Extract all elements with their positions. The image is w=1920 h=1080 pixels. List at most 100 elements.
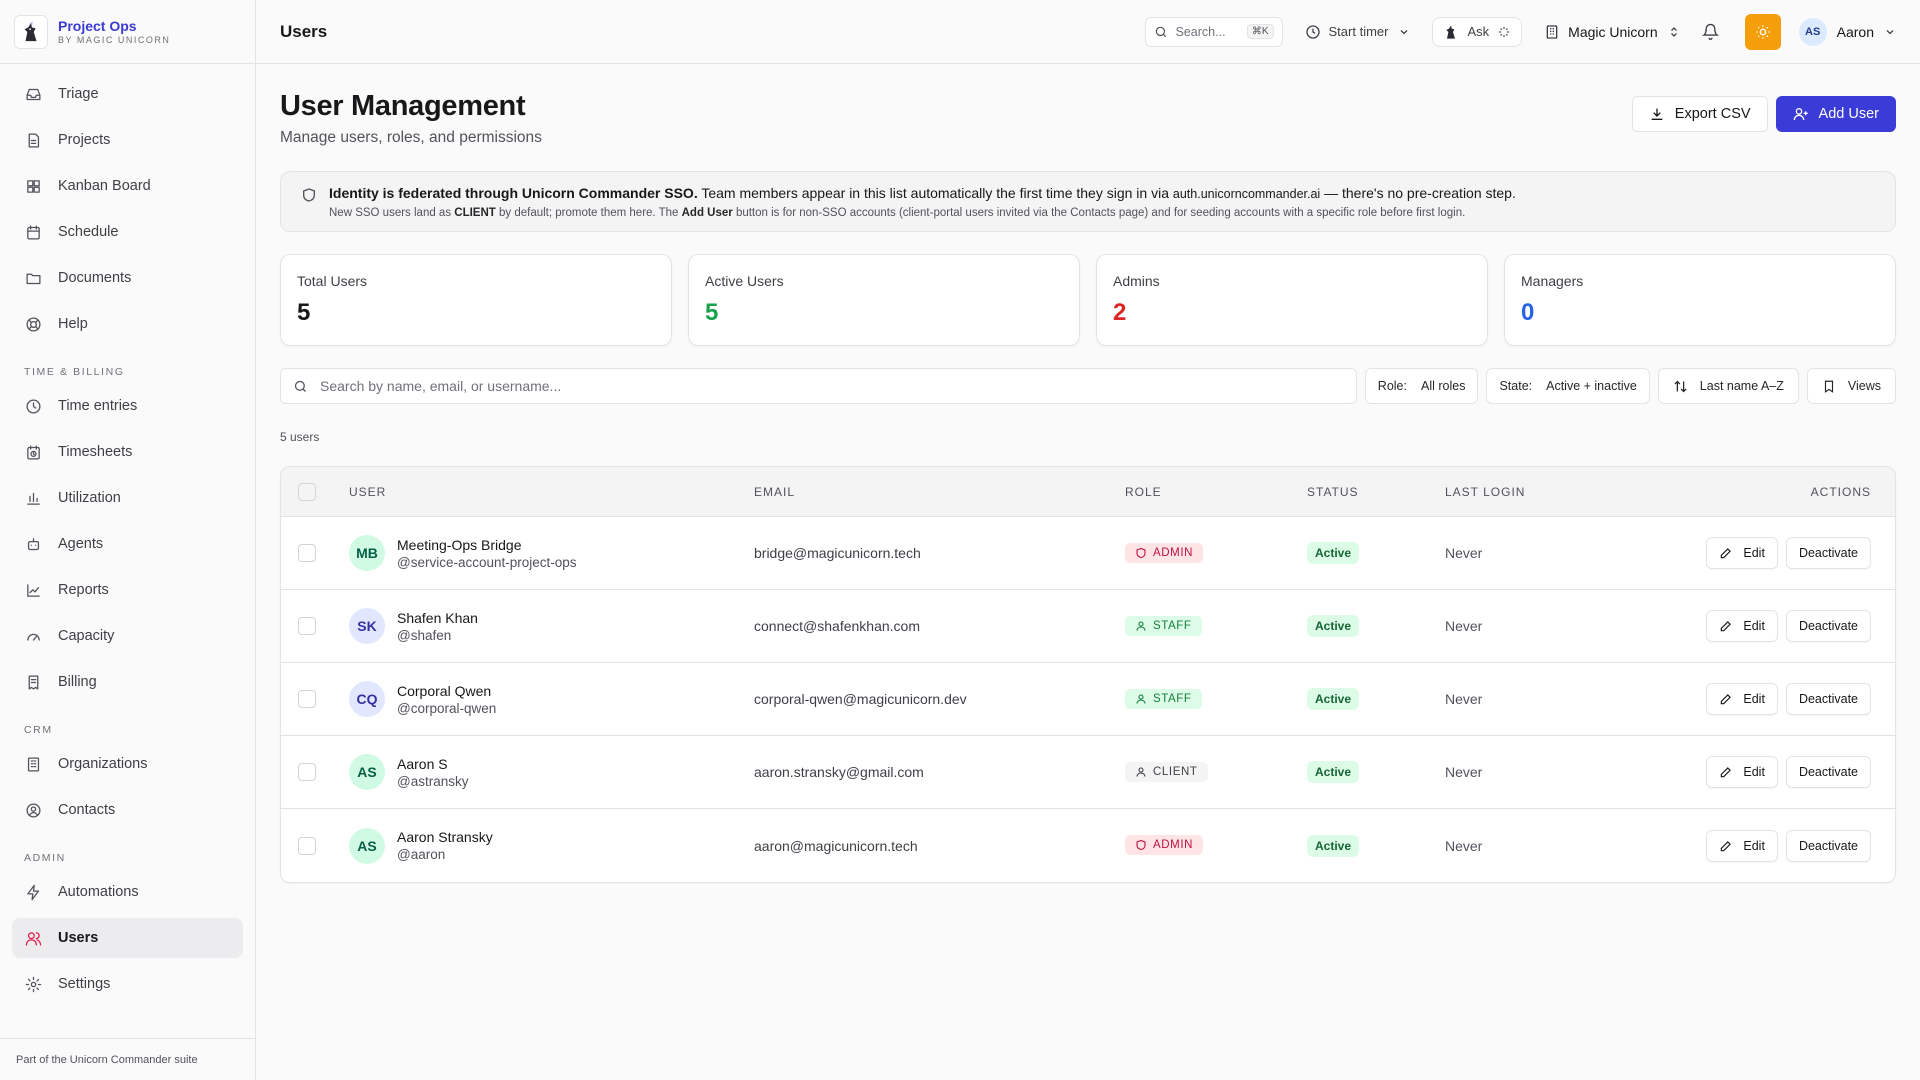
edit-button[interactable]: Edit (1706, 683, 1778, 715)
col-email[interactable]: EMAIL (754, 485, 1125, 499)
edit-label: Edit (1743, 765, 1765, 779)
sidebar-item-utilization[interactable]: Utilization (12, 478, 243, 518)
sun-icon (1755, 24, 1770, 39)
add-user-label: Add User (1818, 106, 1879, 122)
info-client: CLIENT (454, 207, 496, 219)
edit-button[interactable]: Edit (1706, 829, 1778, 862)
sidebar-item-documents[interactable]: Documents (12, 258, 243, 298)
deactivate-button[interactable]: Deactivate (1785, 829, 1871, 862)
row-checkbox[interactable] (298, 836, 316, 855)
sidebar-item-reports[interactable]: Reports (12, 570, 243, 610)
user-name: Corporal Qwen (397, 682, 492, 699)
deactivate-button[interactable]: Deactivate (1785, 756, 1871, 788)
topbar: Users Search... ⌘K Start timer Ask Magic… (256, 0, 1920, 64)
edit-label: Edit (1743, 838, 1765, 853)
building-icon (24, 755, 42, 773)
row-checkbox[interactable] (298, 763, 316, 781)
sidebar-item-kanban-board[interactable]: Kanban Board (12, 166, 243, 206)
user-menu[interactable]: AS Aaron (1798, 17, 1896, 46)
sort-button[interactable]: Last name A–Z (1657, 368, 1799, 404)
edit-button[interactable]: Edit (1706, 537, 1778, 569)
role-badge: STAFF (1125, 615, 1202, 636)
edit-icon (1721, 621, 1732, 632)
gear-icon (24, 975, 42, 993)
sidebar-item-billing[interactable]: Billing (12, 662, 243, 702)
bar-chart-icon (24, 489, 42, 507)
deactivate-button[interactable]: Deactivate (1785, 683, 1871, 715)
global-search[interactable]: Search... ⌘K (1144, 16, 1283, 47)
sidebar-item-time-entries[interactable]: Time entries (12, 386, 243, 426)
theme-toggle-button[interactable] (1744, 13, 1781, 50)
edit-button[interactable]: Edit (1706, 756, 1778, 788)
user-icon (1136, 620, 1146, 631)
role-badge: STAFF (1125, 688, 1202, 709)
sidebar-item-label: Automations (58, 884, 139, 900)
avatar: SK (349, 608, 385, 644)
role-badge-label: ADMIN (1153, 546, 1194, 559)
edit-button[interactable]: Edit (1706, 610, 1778, 642)
sidebar-item-schedule[interactable]: Schedule (12, 212, 243, 252)
sidebar-item-automations[interactable]: Automations (12, 872, 243, 912)
topbar-title: Users (280, 21, 328, 41)
state-filter[interactable]: State: Active + inactive (1486, 368, 1650, 404)
row-checkbox[interactable] (298, 617, 316, 635)
sidebar-item-triage[interactable]: Triage (12, 74, 243, 114)
role-badge-label: STAFF (1153, 619, 1192, 632)
sso-info-banner: Identity is federated through Unicorn Co… (280, 171, 1896, 232)
user-handle: @service-account-project-ops (397, 554, 577, 570)
role-badge-label: ADMIN (1153, 839, 1194, 851)
info-line-1: Identity is federated through Unicorn Co… (329, 185, 1516, 201)
users-table: USER EMAIL ROLE STATUS LAST LOGIN ACTION… (280, 466, 1896, 883)
stat-card: Total Users 5 (280, 254, 672, 346)
deactivate-button[interactable]: Deactivate (1785, 610, 1871, 642)
col-role[interactable]: ROLE (1125, 485, 1307, 499)
sidebar-item-contacts[interactable]: Contacts (12, 790, 243, 830)
table-row[interactable]: SK Shafen Khan @shafen connect@shafenkha… (281, 590, 1895, 663)
user-name: Aaron (1836, 23, 1874, 40)
table-row[interactable]: AS Aaron S @astransky aaron.stransky@gma… (281, 736, 1895, 809)
export-csv-button[interactable]: Export CSV (1631, 96, 1768, 132)
add-user-button[interactable]: Add User (1775, 96, 1896, 132)
brand[interactable]: Project Ops BY MAGIC UNICORN (0, 0, 255, 64)
start-timer-button[interactable]: Start timer (1305, 17, 1411, 47)
user-search-input[interactable] (320, 378, 1344, 394)
sidebar-item-label: Billing (58, 674, 97, 690)
user-search[interactable] (280, 368, 1357, 404)
notifications-button[interactable] (1701, 17, 1727, 47)
table-row[interactable]: CQ Corporal Qwen @corporal-qwen corporal… (281, 663, 1895, 736)
col-status[interactable]: STATUS (1307, 485, 1445, 499)
sidebar-item-timesheets[interactable]: Timesheets (12, 432, 243, 472)
views-button[interactable]: Views (1806, 368, 1896, 404)
user-email: aaron.stransky@gmail.com (754, 764, 924, 780)
table-row[interactable]: AS Aaron Stransky @aaron aaron@magicunic… (281, 809, 1895, 882)
row-checkbox[interactable] (298, 690, 316, 708)
sidebar-item-projects[interactable]: Projects (12, 120, 243, 160)
sidebar-item-label: Reports (58, 582, 109, 598)
user-name: Shafen Khan (397, 609, 478, 626)
stat-label: Admins (1113, 273, 1160, 289)
ask-button[interactable]: Ask (1432, 16, 1523, 47)
deactivate-label: Deactivate (1798, 765, 1858, 779)
deactivate-button[interactable]: Deactivate (1785, 537, 1871, 569)
workspace-switcher[interactable]: Magic Unicorn (1544, 17, 1679, 47)
status-badge: Active (1307, 615, 1360, 637)
sidebar-item-organizations[interactable]: Organizations (12, 744, 243, 784)
stat-value: 0 (1521, 299, 1535, 326)
sidebar-item-label: Projects (58, 132, 111, 148)
user-plus-icon (1793, 108, 1808, 121)
page-title: User Management (280, 90, 526, 122)
row-checkbox[interactable] (298, 544, 316, 562)
sidebar-item-capacity[interactable]: Capacity (12, 616, 243, 656)
role-filter[interactable]: Role: All roles (1364, 368, 1479, 404)
user-handle: @astransky (397, 773, 469, 789)
col-user[interactable]: USER (349, 485, 754, 499)
sidebar-item-settings[interactable]: Settings (12, 964, 243, 1004)
col-last-login[interactable]: LAST LOGIN (1445, 485, 1631, 499)
sidebar-item-agents[interactable]: Agents (12, 524, 243, 564)
select-all-checkbox[interactable] (298, 482, 316, 501)
sidebar-item-users[interactable]: Users (12, 918, 243, 958)
shield-icon (1136, 547, 1146, 558)
sidebar-nav: Triage Projects Kanban Board Schedule Do… (0, 64, 255, 1038)
sidebar-item-help[interactable]: Help (12, 304, 243, 344)
table-row[interactable]: MB Meeting-Ops Bridge @service-account-p… (281, 517, 1895, 590)
